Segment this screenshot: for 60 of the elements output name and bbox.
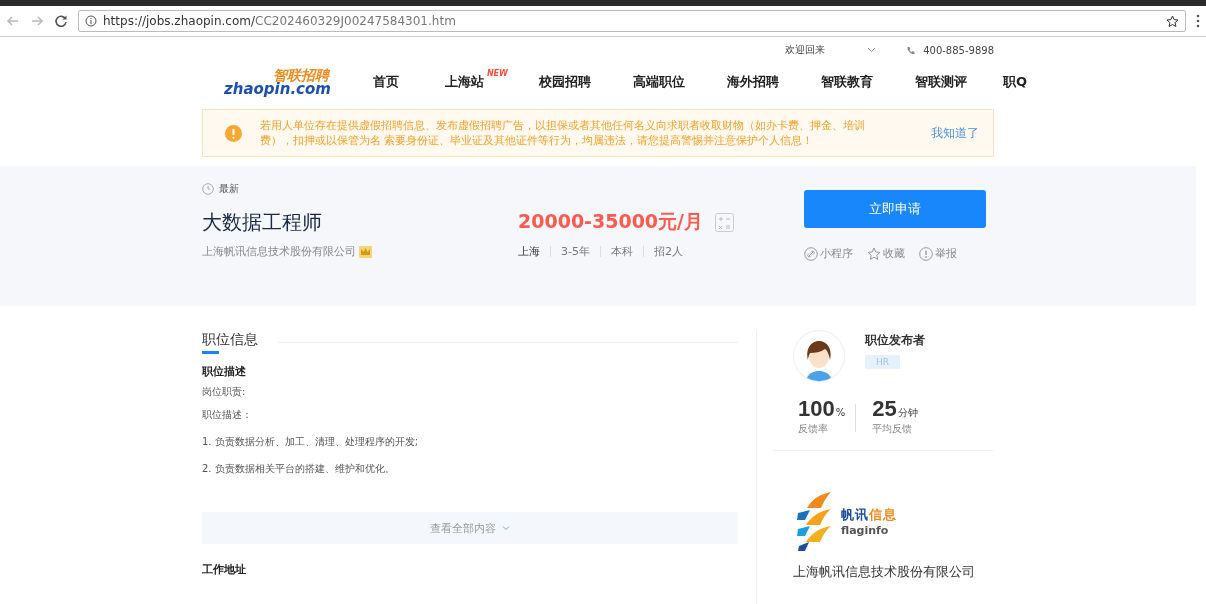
nav-link[interactable]: 智联测评	[914, 73, 967, 91]
description-text: 职位描述：	[202, 408, 253, 422]
site-logo[interactable]: 智联招聘 zhaopin.com	[224, 67, 331, 97]
notice-text: 若用人单位存在提供虚假招聘信息、发布虚假招聘广告，以担保或者其他任何名义向求职者收取财物（如办卡费、押金、培训费），扣押或以保管为名 索要身份证、毕业证及其他证件等行为，均属违法，请您提高警惕并注意保护个人信息！	[260, 118, 866, 148]
link-icon	[804, 246, 818, 261]
mini-program-link[interactable]: 小程序	[804, 246, 853, 261]
nav-link[interactable]: 高端职位	[632, 73, 685, 91]
phone-number: 400-885-9898	[923, 44, 994, 56]
new-label: NEW	[486, 69, 508, 78]
company-link[interactable]: 上海帆讯信息技术股份有限公司	[202, 244, 356, 259]
nav-link[interactable]: 校园招聘	[538, 73, 591, 91]
section-title: 职位信息	[202, 330, 258, 348]
section-subtitle: 工作地址	[202, 562, 247, 577]
avatar-drawing	[793, 330, 845, 382]
forward-icon	[30, 14, 44, 28]
job-meta: 本科	[610, 244, 633, 259]
section-subtitle: 职位描述	[202, 364, 247, 379]
crown-icon	[359, 245, 372, 258]
report-link[interactable]: 举报	[919, 246, 957, 261]
address-bar[interactable]: https://jobs.zhaopin.com/CC202460329J00247584301.htm	[78, 10, 1186, 32]
info-icon	[85, 15, 97, 27]
job-meta: 3-5年	[561, 244, 590, 259]
publisher-title: 职位发布者	[865, 332, 925, 349]
clock-icon	[202, 183, 214, 195]
star-icon	[1166, 14, 1179, 28]
star-icon	[867, 246, 881, 261]
calculator-icon	[715, 212, 735, 232]
warning-icon	[225, 124, 242, 142]
nav-link[interactable]: 海外招聘	[726, 73, 779, 91]
stat-label: 平均反馈	[872, 422, 914, 436]
flag-logo-icon	[797, 491, 833, 551]
company-name: 上海帆讯信息技术股份有限公司	[792, 563, 976, 581]
role-badge: HR	[865, 355, 901, 369]
favorite-link[interactable]: 收藏	[867, 246, 905, 261]
url-text: https://jobs.zhaopin.com/CC202460329J00247584301.htm	[103, 14, 456, 28]
company-logo: 帆讯信息 flaginfo	[797, 491, 993, 551]
nav-link[interactable]: 职Q	[1002, 73, 1027, 91]
menu-icon	[1196, 14, 1200, 28]
job-meta: 招2人	[653, 244, 683, 259]
apply-button[interactable]: 立即申请	[804, 190, 986, 228]
chevron-down-icon	[502, 525, 510, 531]
description-text: 1. 负责数据分析、加工、清理、处理程序的开发;	[202, 435, 420, 449]
alert-icon	[919, 246, 933, 261]
chevron-down-icon	[867, 47, 877, 53]
new-tag: 最新	[219, 182, 239, 196]
stat-label: 反馈率	[798, 422, 829, 436]
job-meta: 上海	[518, 244, 540, 259]
welcome-menu[interactable]: 欢迎回来	[785, 43, 877, 57]
nav-link[interactable]: 首页	[372, 73, 399, 91]
reload-icon	[54, 14, 68, 28]
salary: 20000-35000元/月	[518, 209, 704, 234]
title-underline	[202, 351, 219, 354]
back-icon	[6, 14, 20, 28]
stat-value: 25分钟	[872, 396, 918, 422]
job-title: 大数据工程师	[202, 208, 323, 236]
description-text: 2. 负责数据相关平台的搭建、维护和优化。	[202, 462, 396, 476]
stat-value: 100%	[798, 396, 846, 422]
phone-icon	[906, 45, 916, 55]
description-text: 岗位职责:	[202, 385, 247, 399]
nav-link[interactable]: 智联教育	[820, 73, 873, 91]
